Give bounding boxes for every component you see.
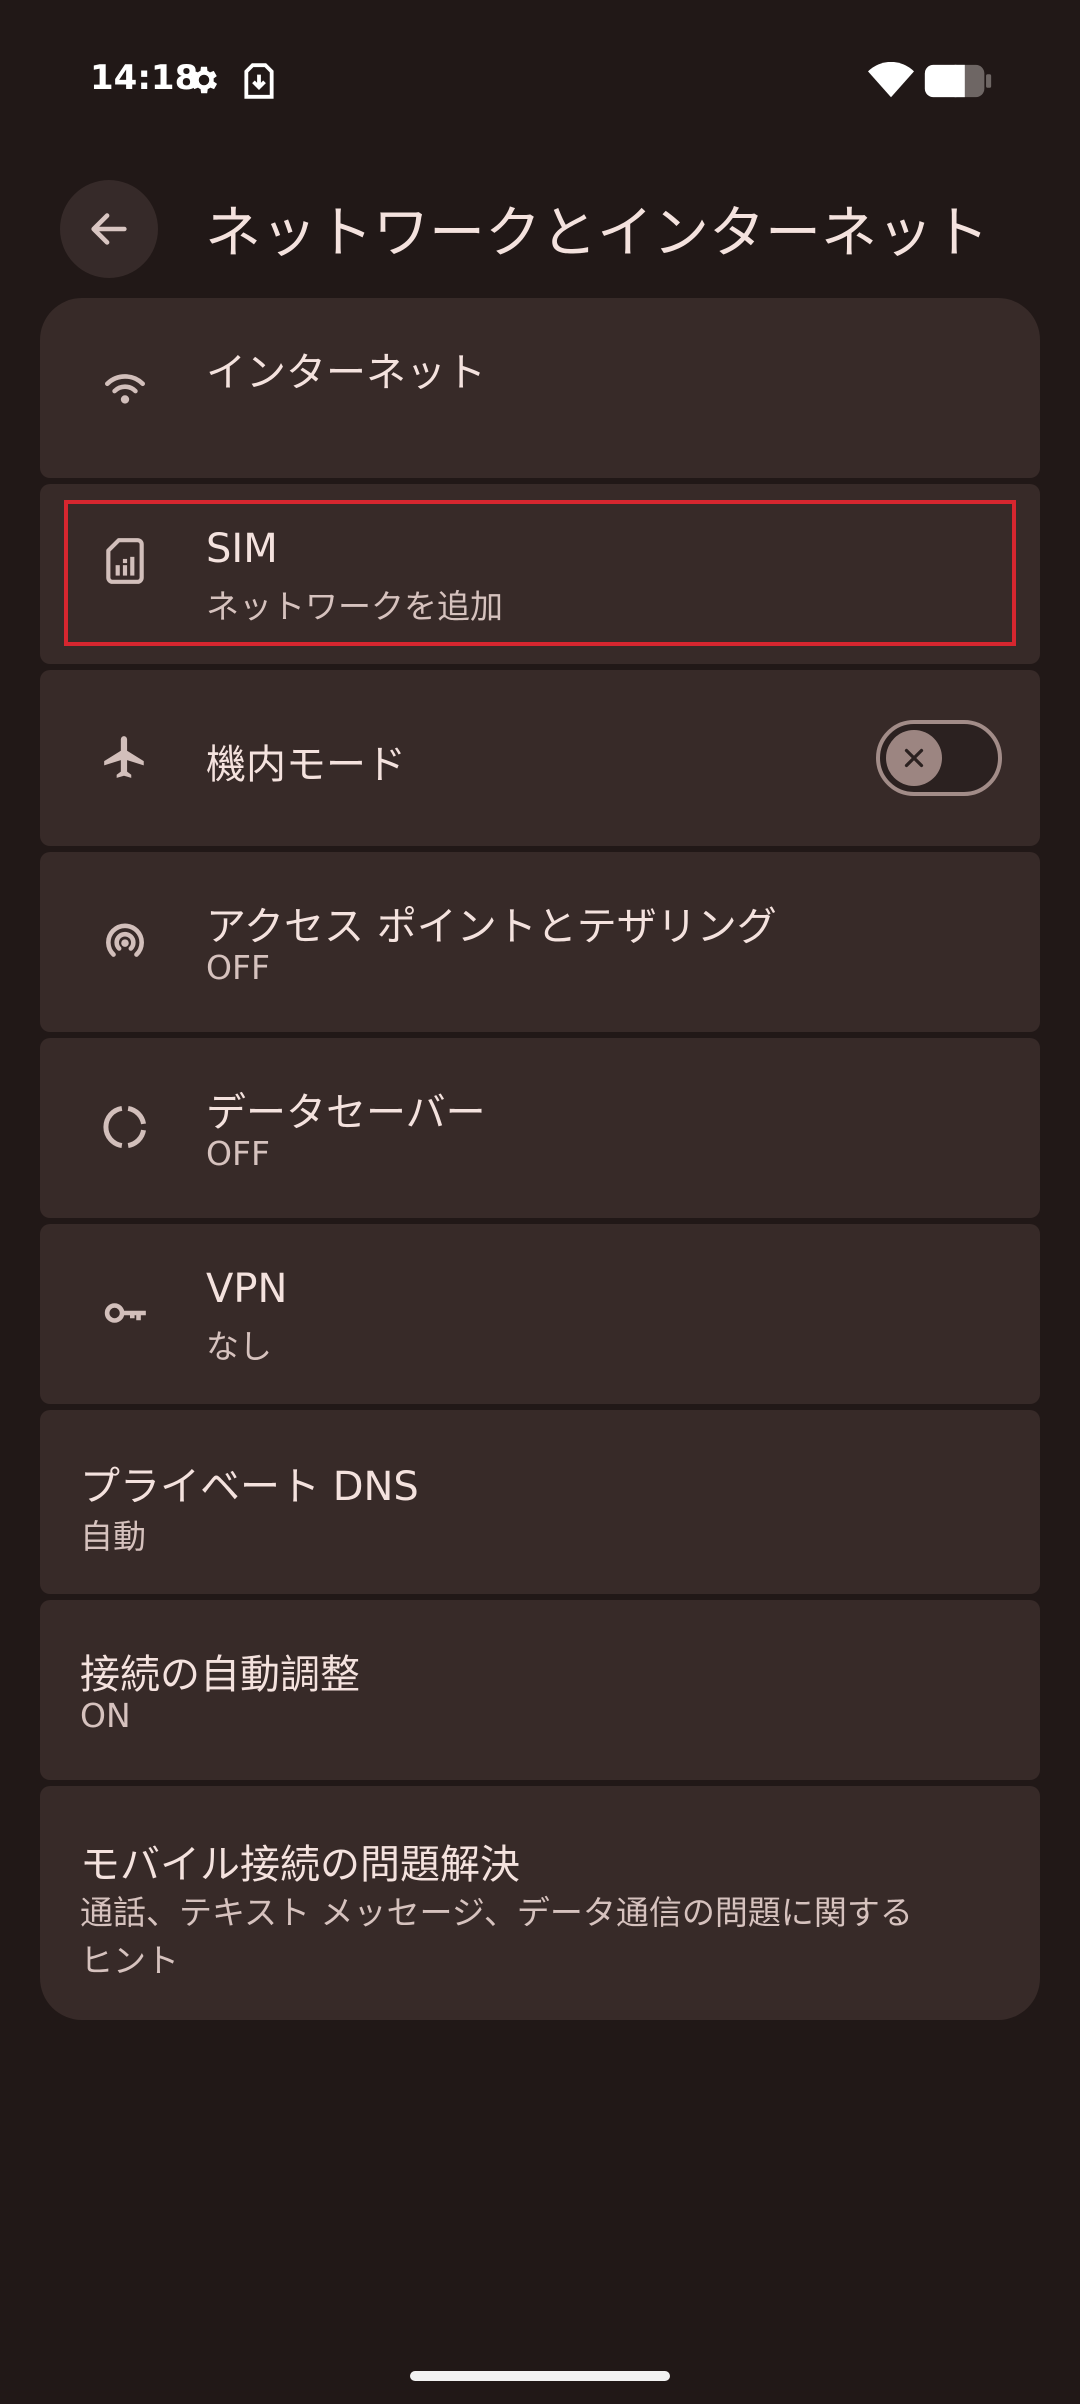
vpn-title: VPN xyxy=(206,1266,288,1312)
data-saver-title: データセーバー xyxy=(206,1090,486,1136)
private-dns-title: プライベート DNS xyxy=(80,1464,419,1510)
gesture-nav-handle[interactable] xyxy=(410,2371,670,2381)
adaptive-connectivity-title: 接続の自動調整 xyxy=(80,1652,360,1698)
airplane-icon xyxy=(104,736,144,778)
toggle-thumb xyxy=(886,730,942,786)
vpn-summary: なし xyxy=(206,1327,272,1366)
internet-item[interactable]: インターネット xyxy=(40,298,1040,478)
data-saver-icon xyxy=(103,1105,147,1149)
mobile-troubleshoot-summary-line1: 通話、テキスト メッセージ、データ通信の問題に関する xyxy=(80,1893,913,1932)
settings-screen: 14:18 ネットワークとインターネット インターネット SIM ネットワークを… xyxy=(0,0,1080,2404)
wifi-icon xyxy=(105,374,145,404)
back-button[interactable] xyxy=(60,180,158,278)
hotspot-item[interactable]: アクセス ポイントとテザリング OFF xyxy=(40,852,1040,1032)
battery-icon xyxy=(924,64,992,98)
mobile-troubleshoot-title: モバイル接続の問題解決 xyxy=(80,1842,520,1888)
data-saver-item[interactable]: データセーバー OFF xyxy=(40,1038,1040,1218)
status-time: 14:18 xyxy=(90,58,199,98)
vpn-item[interactable]: VPN なし xyxy=(40,1224,1040,1404)
internet-title: インターネット xyxy=(206,350,486,396)
data-saver-summary: OFF xyxy=(206,1134,270,1173)
adaptive-connectivity-summary: ON xyxy=(80,1696,131,1735)
mobile-troubleshoot-item[interactable]: モバイル接続の問題解決 通話、テキスト メッセージ、データ通信の問題に関する ヒ… xyxy=(40,1786,1040,2020)
settings-list: インターネット SIM ネットワークを追加 機内モード アクセス ポイントとテザ… xyxy=(40,298,1040,2026)
gear-icon xyxy=(191,66,218,94)
sim-item[interactable]: SIM ネットワークを追加 xyxy=(40,484,1040,664)
hotspot-icon xyxy=(106,923,144,957)
sim-summary: ネットワークを追加 xyxy=(206,587,503,626)
mobile-troubleshoot-summary-line2: ヒント xyxy=(80,1941,179,1980)
arrow-left-icon xyxy=(91,213,127,245)
vpn-key-icon xyxy=(104,1303,146,1323)
sim-card-icon xyxy=(106,538,144,584)
hotspot-title: アクセス ポイントとテザリング xyxy=(206,904,777,950)
status-bar: 14:18 xyxy=(0,0,1080,160)
close-icon xyxy=(904,748,924,768)
airplane-mode-title: 機内モード xyxy=(206,742,406,788)
private-dns-item[interactable]: プライベート DNS 自動 xyxy=(40,1410,1040,1594)
hotspot-summary: OFF xyxy=(206,948,270,987)
page-title: ネットワークとインターネット xyxy=(205,201,989,266)
sim-title: SIM xyxy=(206,526,278,572)
private-dns-summary: 自動 xyxy=(80,1517,146,1556)
airplane-mode-item[interactable]: 機内モード xyxy=(40,670,1040,846)
download-icon xyxy=(244,63,274,99)
adaptive-connectivity-item[interactable]: 接続の自動調整 ON xyxy=(40,1600,1040,1780)
airplane-mode-toggle[interactable] xyxy=(876,720,1002,796)
wifi-icon xyxy=(868,62,914,98)
